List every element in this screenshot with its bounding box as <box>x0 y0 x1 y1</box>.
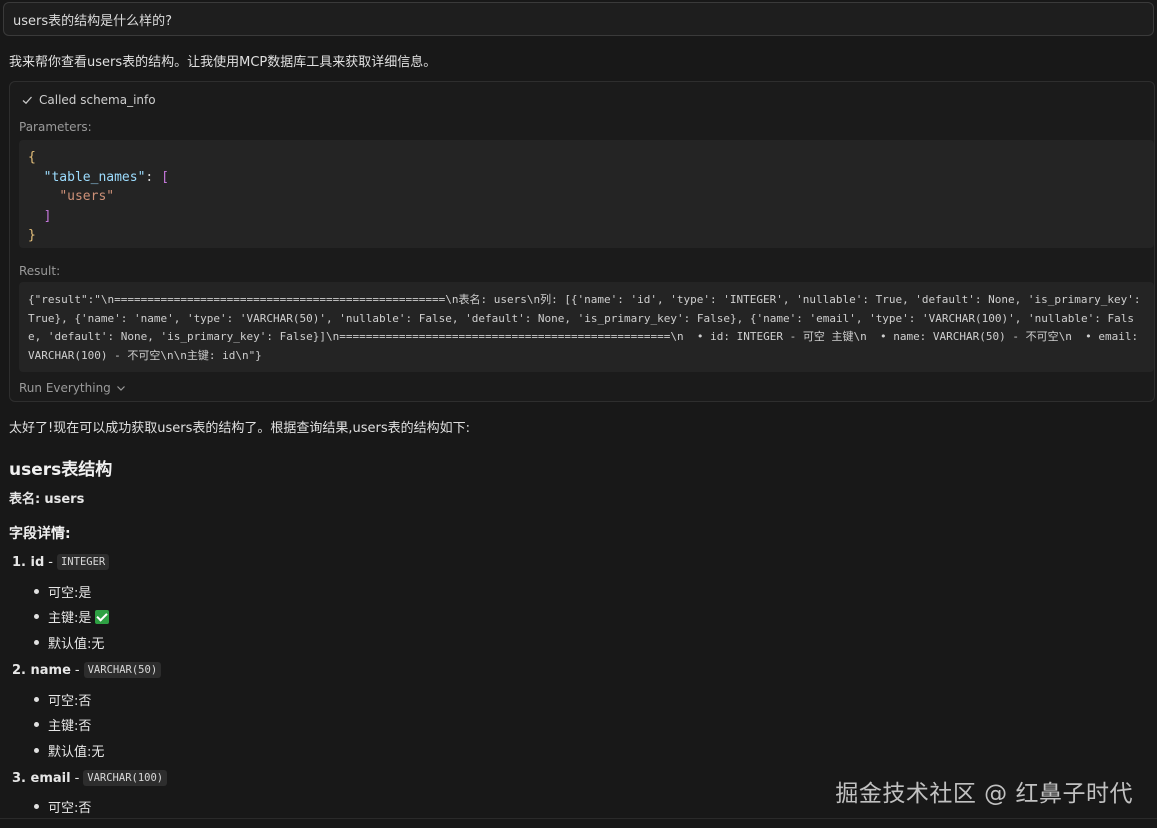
tool-call-panel: Called schema_info Parameters: { "table_… <box>9 81 1155 402</box>
tool-call-status: Called schema_info <box>39 93 156 107</box>
list-item-text: 默认值:无 <box>48 637 105 652</box>
section-heading: users表结构 <box>9 460 113 480</box>
list-item-text: 可空:是 <box>48 586 92 601</box>
field-title: 3. email - VARCHAR(100) <box>12 770 168 786</box>
result-label: Result: <box>19 264 61 278</box>
field-name: 3. email <box>12 770 71 786</box>
field-dash: - <box>74 662 80 678</box>
field-type-code: VARCHAR(100) <box>83 770 168 786</box>
fields-heading: 字段详情: <box>9 526 71 542</box>
field-name: 2. name <box>12 662 71 678</box>
green-check-icon <box>95 609 110 624</box>
bullet-dot <box>34 748 39 753</box>
list-item: 主键:是 <box>34 607 110 626</box>
params-close-brace: } <box>28 228 36 243</box>
field-dash: - <box>48 554 53 570</box>
result-code-block: {"result":"\n===========================… <box>19 282 1154 372</box>
run-everything-label: Run Everything <box>19 381 111 395</box>
chevron-down-icon <box>116 386 125 391</box>
list-item-text: 默认值:无 <box>48 745 105 760</box>
list-item-text: 可空:否 <box>48 694 92 709</box>
list-item: 可空:是 <box>34 582 91 601</box>
parameters-code-block: { "table_names": [ "users" ] } <box>19 140 1154 248</box>
field-title: 2. name - VARCHAR(50) <box>12 662 162 678</box>
bullet-dot <box>34 589 39 594</box>
field-type-code: INTEGER <box>56 554 110 570</box>
chat-page: users表的结构是什么样的? 我来帮你查看users表的结构。让我使用MCP数… <box>0 0 1157 828</box>
params-open-bracket: [ <box>161 169 169 185</box>
field-name: 1. id <box>12 554 45 570</box>
run-everything-button[interactable]: Run Everything <box>19 381 126 395</box>
list-item: 主键:否 <box>34 715 91 734</box>
params-close-bracket: ] <box>43 208 52 224</box>
divider <box>0 818 1157 819</box>
bullet-dot <box>34 697 39 702</box>
list-item: 默认值:无 <box>34 741 104 760</box>
field-dash: - <box>74 770 80 786</box>
params-colon: : <box>145 169 162 185</box>
assistant-intro: 我来帮你查看users表的结构。让我使用MCP数据库工具来获取详细信息。 <box>9 55 437 70</box>
list-item-text: 可空:否 <box>48 801 92 816</box>
bullet-dot <box>34 804 39 809</box>
table-name-line: 表名: users <box>9 488 84 507</box>
check-icon <box>22 96 32 105</box>
bullet-dot <box>34 640 39 645</box>
assistant-summary: 太好了!现在可以成功获取users表的结构了。根据查询结果,users表的结构如… <box>9 421 470 436</box>
parameters-label: Parameters: <box>19 120 92 134</box>
list-item: 默认值:无 <box>34 633 104 652</box>
params-value: "users" <box>59 189 115 204</box>
table-name-value: users <box>44 492 85 507</box>
field-title: 1. id - INTEGER <box>12 554 110 570</box>
field-type-code: VARCHAR(50) <box>83 662 162 678</box>
user-message-text: users表的结构是什么样的? <box>13 13 173 29</box>
watermark: 掘金技术社区 @ 红鼻子时代 <box>835 781 1133 807</box>
table-name-label: 表名: <box>9 492 41 507</box>
tool-call-header[interactable]: Called schema_info <box>21 93 156 107</box>
bullet-dot <box>34 722 39 727</box>
list-item: 可空:否 <box>34 797 91 816</box>
list-item: 可空:否 <box>34 690 91 709</box>
list-item-text: 主键:否 <box>48 719 92 734</box>
params-key: "table_names" <box>43 169 146 185</box>
params-open-brace: { <box>28 150 36 165</box>
user-message-bubble[interactable]: users表的结构是什么样的? <box>3 2 1154 36</box>
list-item-text: 主键:是 <box>48 611 92 626</box>
bullet-dot <box>34 614 39 619</box>
